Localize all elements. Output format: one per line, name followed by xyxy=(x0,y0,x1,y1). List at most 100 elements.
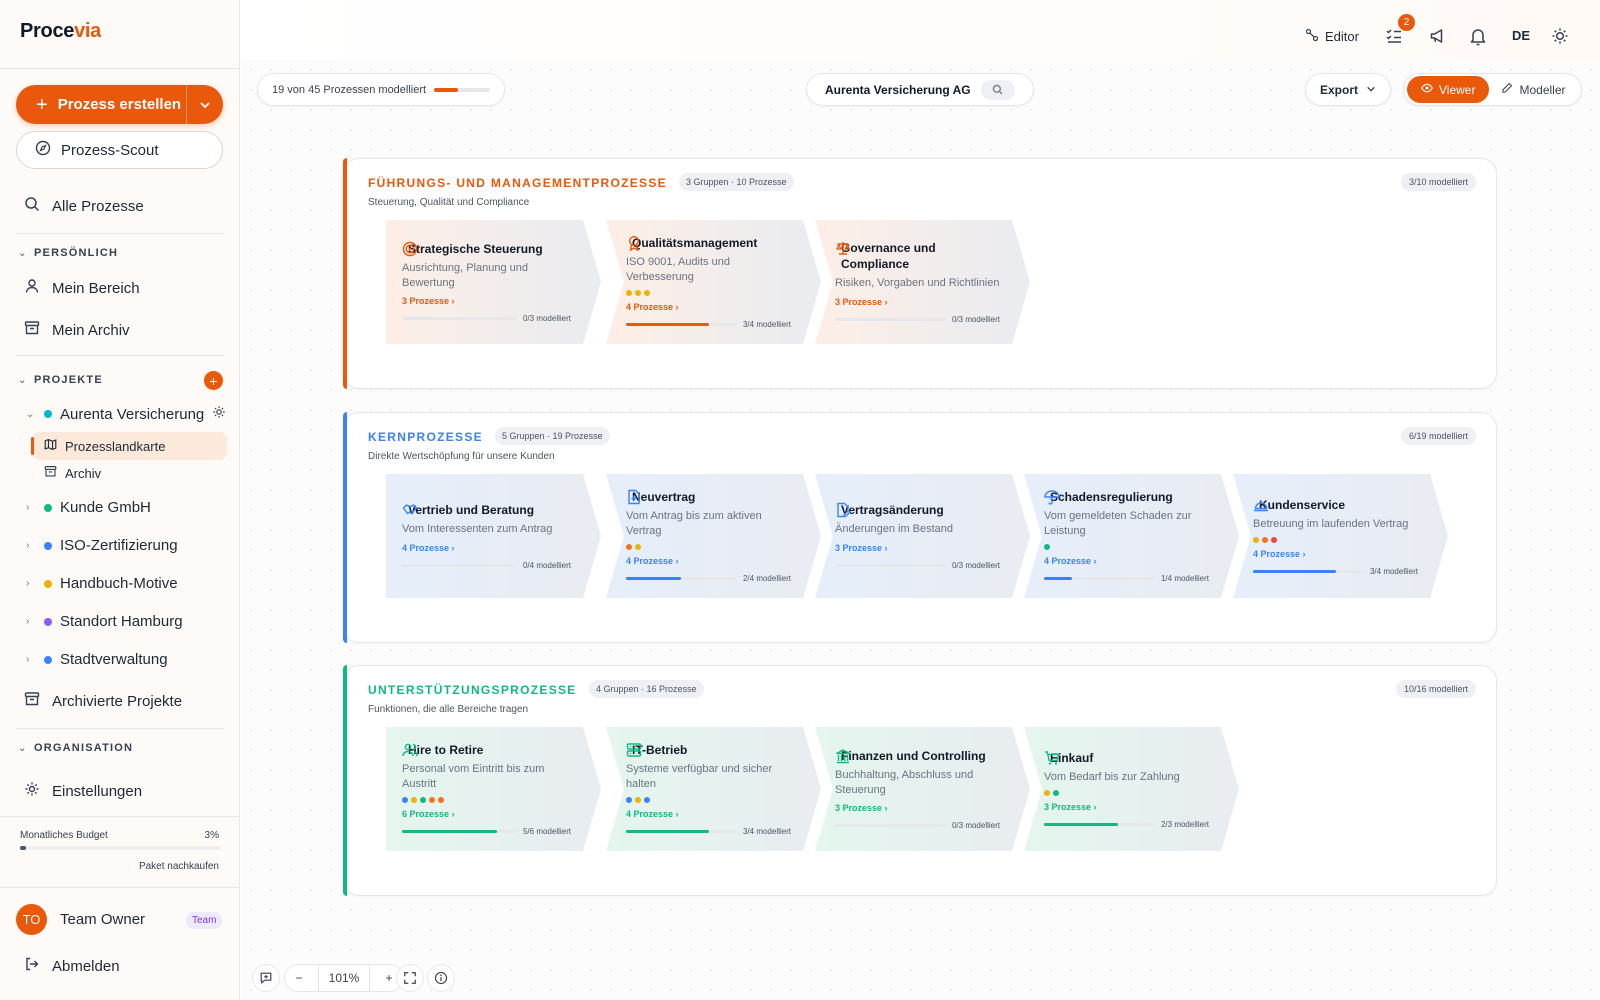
card-title: Finanzen und Controlling xyxy=(841,748,986,763)
divider xyxy=(0,887,240,888)
avatar[interactable]: TO xyxy=(16,904,47,935)
project-item-iso[interactable]: › ISO-Zertifizierung xyxy=(26,537,178,554)
card-progress: 0/3 modelliert xyxy=(835,561,1000,570)
chevron-down-icon: ⌄ xyxy=(18,247,28,259)
project-item-handbuch[interactable]: › Handbuch-Motive xyxy=(26,575,178,592)
card-processes-link[interactable]: 4 Prozesse › xyxy=(626,809,791,819)
process-scout-label: Prozess-Scout xyxy=(61,141,159,159)
project-item-stadtverwaltung[interactable]: › Stadtverwaltung xyxy=(26,651,168,668)
card-progress: 0/3 modelliert xyxy=(402,314,571,323)
gear-icon[interactable] xyxy=(212,405,226,423)
card-processes-link[interactable]: 3 Prozesse › xyxy=(1044,802,1209,812)
editor-button[interactable]: Editor xyxy=(1305,28,1359,45)
section-projects[interactable]: ⌄ PROJEKTE xyxy=(18,374,103,386)
chevron-right-icon: › xyxy=(26,502,30,513)
view-mode-toggle: Viewer Modeller xyxy=(1403,73,1582,106)
chevron-right-icon: › xyxy=(26,616,30,627)
card-progress-bar xyxy=(402,317,517,321)
project-item-aurenta[interactable]: ⌄ Aurenta Versicherung xyxy=(26,405,226,423)
fullscreen-icon[interactable] xyxy=(396,964,424,992)
add-project-button[interactable]: + xyxy=(204,371,223,390)
process-group-card[interactable]: Governance und Compliance Risiken, Vorga… xyxy=(815,220,1030,344)
team-badge: Team xyxy=(186,912,223,929)
process-group-card[interactable]: Neuvertrag Vom Antrag bis zum aktiven Ve… xyxy=(606,474,821,598)
status-dots xyxy=(626,289,791,296)
nav-my-area[interactable]: Mein Bereich xyxy=(24,278,140,298)
sidebar-item-process-map[interactable]: Prozesslandkarte xyxy=(31,432,227,460)
megaphone-icon[interactable] xyxy=(1429,27,1447,45)
archive-icon xyxy=(44,465,57,481)
card-processes-link[interactable]: 3 Prozesse › xyxy=(835,543,1000,553)
card-model-count: 3/4 modelliert xyxy=(1369,566,1418,576)
card-processes-link[interactable]: 4 Prozesse › xyxy=(626,302,791,312)
process-scout-button[interactable]: Prozess-Scout xyxy=(16,131,223,169)
process-group-card[interactable]: Vertrieb und Beratung Vom Interessenten … xyxy=(386,474,601,598)
card-processes-link[interactable]: 4 Prozesse › xyxy=(1044,556,1209,566)
bell-icon[interactable] xyxy=(1469,26,1487,46)
process-group-card[interactable]: Vertragsänderung Änderungen im Bestand 3… xyxy=(815,474,1030,598)
logout-button[interactable]: Abmelden xyxy=(24,956,120,976)
nav-my-archive[interactable]: Mein Archiv xyxy=(24,320,130,340)
process-group-card[interactable]: Einkauf Vom Bedarf bis zur Zahlung 3 Pro… xyxy=(1024,727,1239,851)
lane-groups-badge: 5 Gruppen · 19 Prozesse xyxy=(495,427,610,445)
process-group-card[interactable]: Strategische Steuerung Ausrichtung, Plan… xyxy=(386,220,601,344)
language-switch[interactable]: DE xyxy=(1512,28,1530,43)
card-processes-link[interactable]: 3 Prozesse › xyxy=(835,803,1000,813)
card-processes-link[interactable]: 4 Prozesse › xyxy=(1253,549,1418,559)
card-model-count: 0/4 modelliert xyxy=(522,561,571,571)
create-process-button[interactable]: + Prozess erstellen xyxy=(16,85,223,124)
sidebar-item-archive[interactable]: Archiv xyxy=(44,465,101,481)
nav-archived-projects[interactable]: Archivierte Projekte xyxy=(24,691,182,711)
search-icon[interactable] xyxy=(980,79,1015,100)
status-dot xyxy=(635,543,641,550)
nav-settings[interactable]: Einstellungen xyxy=(24,781,142,801)
card-processes-link[interactable]: 6 Prozesse › xyxy=(402,809,571,819)
project-item-kunde[interactable]: › Kunde GmbH xyxy=(26,499,151,516)
card-model-count: 0/3 modelliert xyxy=(951,315,1000,325)
chevron-down-icon: ⌄ xyxy=(26,408,35,420)
process-group-card[interactable]: Kundenservice Betreuung im laufenden Ver… xyxy=(1233,474,1448,598)
sun-icon[interactable] xyxy=(1551,27,1569,45)
card-model-count: 5/6 modelliert xyxy=(522,826,571,836)
process-group-card[interactable]: Finanzen und Controlling Buchhaltung, Ab… xyxy=(815,727,1030,851)
process-group-card[interactable]: IT-Betrieb Systeme verfügbar und sicher … xyxy=(606,727,821,851)
section-personal-label: PERSÖNLICH xyxy=(34,247,119,259)
section-organisation[interactable]: ⌄ ORGANISATION xyxy=(18,742,133,754)
card-processes-link[interactable]: 3 Prozesse › xyxy=(402,296,571,306)
card-description: Vom Bedarf bis zur Zahlung xyxy=(1044,770,1180,783)
lane-groups-badge: 3 Gruppen · 10 Prozesse xyxy=(679,173,794,191)
modeller-tab[interactable]: Modeller xyxy=(1489,76,1577,103)
status-dot xyxy=(1253,536,1259,543)
card-description: Vom Interessenten zum Antrag xyxy=(402,523,553,536)
card-progress: 0/3 modelliert xyxy=(835,821,1000,830)
chevron-down-icon[interactable] xyxy=(187,99,223,111)
project-item-hamburg[interactable]: › Standort Hamburg xyxy=(26,613,183,630)
app-logo[interactable]: Procevia xyxy=(20,20,101,43)
card-description: Ausrichtung, Planung und Bewertung xyxy=(402,261,528,289)
comment-icon[interactable] xyxy=(252,964,280,992)
nav-all-processes[interactable]: Alle Prozesse xyxy=(24,196,144,216)
card-content: Hire to Retire Personal vom Eintritt bis… xyxy=(402,742,571,836)
card-progress: 0/4 modelliert xyxy=(402,561,571,570)
card-description: Änderungen im Bestand xyxy=(835,523,954,536)
budget-percent: 3% xyxy=(204,830,219,841)
card-processes-link[interactable]: 4 Prozesse › xyxy=(626,556,791,566)
process-group-card[interactable]: Qualitätsmanagement ISO 9001, Audits und… xyxy=(606,220,821,344)
link-icon xyxy=(1305,28,1319,45)
buy-package-link[interactable]: Paket nachkaufen xyxy=(139,861,219,872)
card-content: Governance und Compliance Risiken, Vorga… xyxy=(835,240,1000,324)
card-processes-link[interactable]: 4 Prozesse › xyxy=(402,543,571,553)
card-title: Strategische Steuerung xyxy=(408,241,543,256)
info-icon[interactable] xyxy=(427,964,455,992)
company-selector[interactable]: Aurenta Versicherung AG xyxy=(806,73,1034,106)
section-personal[interactable]: ⌄ PERSÖNLICH xyxy=(18,247,118,259)
export-button[interactable]: Export xyxy=(1305,73,1392,106)
viewer-tab[interactable]: Viewer xyxy=(1407,76,1490,103)
status-dot xyxy=(1053,789,1059,796)
process-group-card[interactable]: Hire to Retire Personal vom Eintritt bis… xyxy=(386,727,601,851)
process-group-card[interactable]: Schadensregulierung Vom gemeldeten Schad… xyxy=(1024,474,1239,598)
zoom-out-button[interactable]: − xyxy=(285,971,313,985)
card-processes-link[interactable]: 3 Prozesse › xyxy=(835,297,1000,307)
plus-icon: + xyxy=(36,93,48,116)
tasks-icon[interactable] xyxy=(1385,27,1403,45)
